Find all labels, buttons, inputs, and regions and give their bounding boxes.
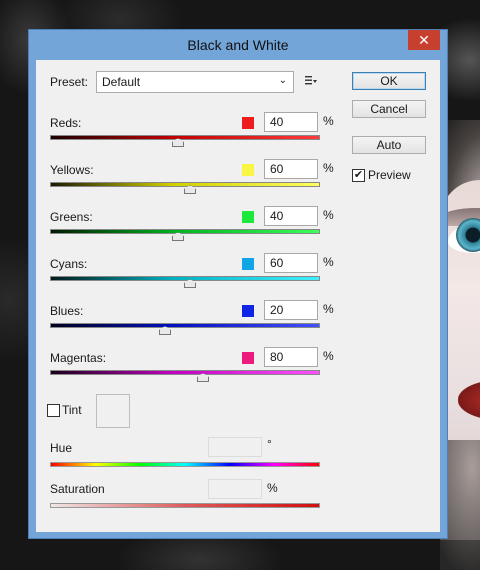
cyans-label: Cyans: <box>50 257 88 271</box>
preset-select[interactable]: Default ⌄ <box>96 71 294 93</box>
dialog-title: Black and White <box>187 37 289 53</box>
blues-color-swatch <box>242 305 254 317</box>
yellows-slider-track[interactable] <box>50 182 320 187</box>
tint-label: Tint <box>62 403 82 417</box>
blues-value-input[interactable]: 20 <box>264 300 318 320</box>
saturation-unit: % <box>267 481 278 495</box>
saturation-slider-track[interactable] <box>50 503 320 508</box>
magentas-value-input[interactable]: 80 <box>264 347 318 367</box>
greens-unit: % <box>323 208 334 222</box>
blues-label: Blues: <box>50 304 84 318</box>
magentas-unit: % <box>323 349 334 363</box>
reds-label: Reds: <box>50 116 82 130</box>
preview-checkbox[interactable]: ✔ <box>352 169 365 182</box>
preview-label: Preview <box>368 168 411 182</box>
yellows-color-swatch <box>242 164 254 176</box>
saturation-input[interactable] <box>208 479 262 499</box>
close-icon: ✕ <box>418 32 430 48</box>
magentas-label: Magentas: <box>50 351 107 365</box>
tint-checkbox[interactable] <box>47 404 60 417</box>
preset-menu-icon[interactable] <box>304 74 318 88</box>
cyans-unit: % <box>323 255 334 269</box>
dialog-titlebar[interactable]: Black and White ✕ <box>29 30 447 59</box>
ok-button[interactable]: OK <box>352 72 426 90</box>
cyans-value-input[interactable]: 60 <box>264 253 318 273</box>
hue-input[interactable] <box>208 437 262 457</box>
saturation-label: Saturation <box>50 482 105 496</box>
close-button[interactable]: ✕ <box>408 30 440 50</box>
reds-unit: % <box>323 114 334 128</box>
preset-label: Preset: <box>50 75 89 89</box>
hue-label: Hue <box>50 441 73 455</box>
hue-slider-track[interactable] <box>50 462 320 467</box>
cyans-slider-track[interactable] <box>50 276 320 281</box>
blues-slider-track[interactable] <box>50 323 320 328</box>
magentas-color-swatch <box>242 352 254 364</box>
hue-unit: ° <box>267 437 272 451</box>
black-and-white-dialog: Black and White ✕ Preset: Default ⌄ OK C… <box>28 29 448 539</box>
cyans-color-swatch <box>242 258 254 270</box>
yellows-value-input[interactable]: 60 <box>264 159 318 179</box>
greens-label: Greens: <box>50 210 93 224</box>
reds-color-swatch <box>242 117 254 129</box>
reds-slider-track[interactable] <box>50 135 320 140</box>
checkmark-icon: ✔ <box>353 169 364 181</box>
yellows-label: Yellows: <box>50 163 94 177</box>
tint-color-swatch[interactable] <box>96 394 130 428</box>
cancel-button[interactable]: Cancel <box>352 100 426 118</box>
auto-button[interactable]: Auto <box>352 136 426 154</box>
blues-unit: % <box>323 302 334 316</box>
greens-slider-track[interactable] <box>50 229 320 234</box>
greens-color-swatch <box>242 211 254 223</box>
reds-value-input[interactable]: 40 <box>264 112 318 132</box>
yellows-unit: % <box>323 161 334 175</box>
chevron-down-icon: ⌄ <box>278 75 287 86</box>
preset-value: Default <box>102 75 141 89</box>
greens-value-input[interactable]: 40 <box>264 206 318 226</box>
magentas-slider-track[interactable] <box>50 370 320 375</box>
dialog-body: Preset: Default ⌄ OK Cancel Auto ✔ Previ… <box>36 60 440 532</box>
